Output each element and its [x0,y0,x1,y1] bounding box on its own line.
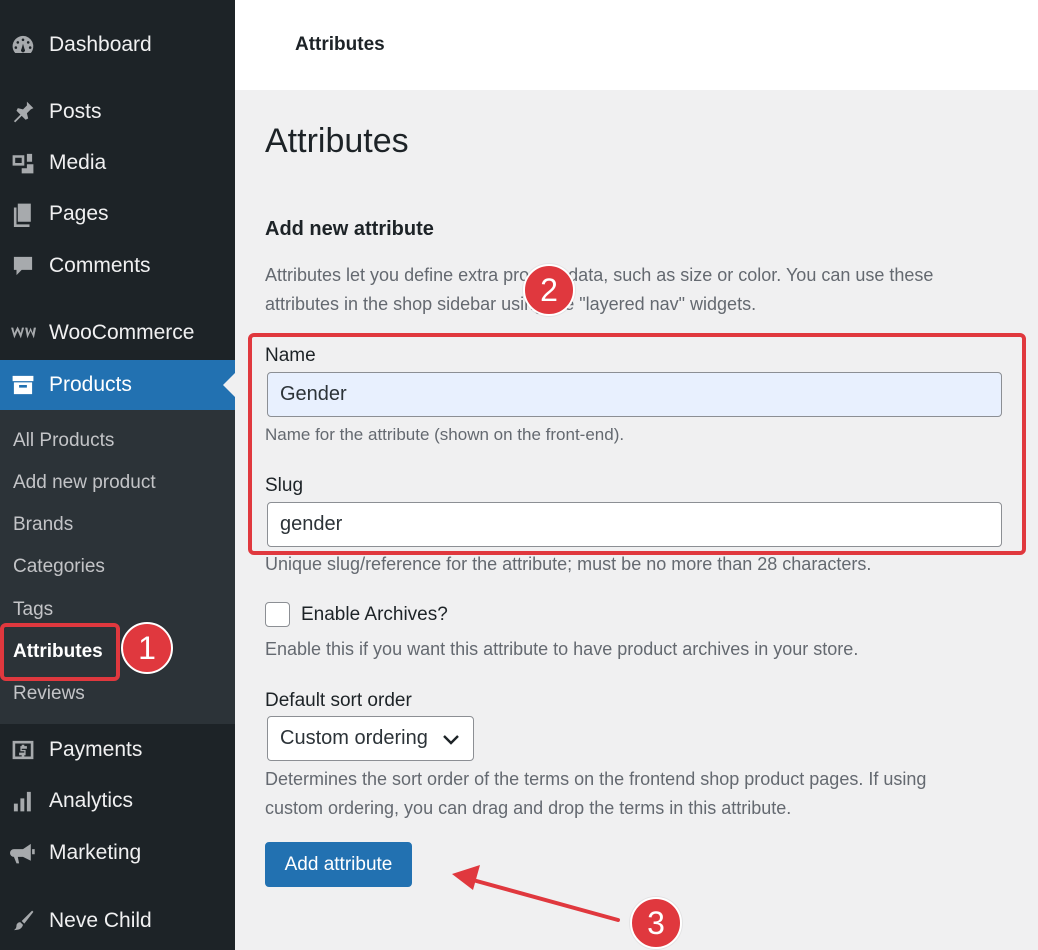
chart-bar-icon [8,788,38,814]
sidebar-item-posts[interactable]: Posts [0,87,235,137]
submenu-item-tags[interactable]: Tags [13,595,53,625]
submenu-item-categories[interactable]: Categories [13,552,105,582]
section-title: Add new attribute [265,218,434,240]
top-bar: Attributes [235,0,1038,90]
pages-icon [8,201,38,227]
sidebar-item-label: Dashboard [49,33,152,56]
intro-text-line2: attributes in the shop sidebar using the… [265,294,757,314]
submenu-item-reviews[interactable]: Reviews [13,679,85,709]
sort-help-line2: custom ordering, you can drag and drop t… [265,798,792,818]
sidebar-item-comments[interactable]: Comments [0,241,235,291]
admin-sidebar: Dashboard Posts Media Pages Comments Woo… [0,0,235,950]
sidebar-item-label: WooCommerce [49,321,195,344]
sort-order-value: Custom ordering [280,727,428,749]
sidebar-item-media[interactable]: Media [0,138,235,188]
dashboard-icon [8,32,38,58]
enable-archives-label[interactable]: Enable Archives? [301,604,448,626]
top-bar-title: Attributes [295,34,385,55]
add-attribute-button[interactable]: Add attribute [265,842,412,887]
enable-archives-checkbox[interactable] [265,602,290,627]
sidebar-item-woocommerce[interactable]: WooCommerce [0,308,235,358]
sidebar-item-analytics[interactable]: Analytics [0,776,235,826]
comment-icon [8,253,38,279]
sidebar-item-label: Posts [49,100,102,123]
sidebar-item-label: Media [49,151,107,174]
pin-icon [8,99,38,125]
megaphone-icon [8,840,38,866]
sort-help-line1: Determines the sort order of the terms o… [265,769,927,789]
sidebar-item-marketing[interactable]: Marketing [0,828,235,878]
active-menu-arrow [223,373,235,397]
intro-text-line1: Attributes let you define extra product … [265,265,934,285]
submenu-item-brands[interactable]: Brands [13,510,73,540]
sidebar-item-label: Neve Child [49,909,152,932]
sort-order-label: Default sort order [265,690,412,711]
sort-order-select[interactable]: Custom ordering [267,716,474,761]
woocommerce-icon [8,320,38,346]
sidebar-item-label: Products [49,373,132,396]
annotation-box-attributes [0,623,120,681]
sidebar-item-label: Analytics [49,789,134,812]
dollar-icon [8,737,38,763]
annotation-badge-2: 2 [523,264,575,316]
sidebar-item-payments[interactable]: Payments [0,725,235,775]
archives-help-text: Enable this if you want this attribute t… [265,639,859,659]
annotation-arrow [452,865,620,922]
sidebar-item-label: Pages [49,202,109,225]
sidebar-item-dashboard[interactable]: Dashboard [0,20,235,70]
brush-icon [8,908,38,934]
chevron-down-icon [443,735,459,745]
sidebar-item-pages[interactable]: Pages [0,189,235,239]
media-icon [8,150,38,176]
annotation-badge-1: 1 [121,622,173,674]
submenu-item-all-products[interactable]: All Products [13,426,114,456]
sidebar-item-products[interactable]: Products [0,360,235,410]
annotation-box-fields [248,333,1026,555]
submenu-item-add-new-product[interactable]: Add new product [13,468,156,498]
sidebar-item-label: Comments [49,254,151,277]
page-title: Attributes [265,122,409,160]
sidebar-item-label: Marketing [49,841,142,864]
sidebar-item-label: Payments [49,738,143,761]
sidebar-item-neve-child[interactable]: Neve Child [0,896,235,946]
archive-icon [8,372,38,398]
